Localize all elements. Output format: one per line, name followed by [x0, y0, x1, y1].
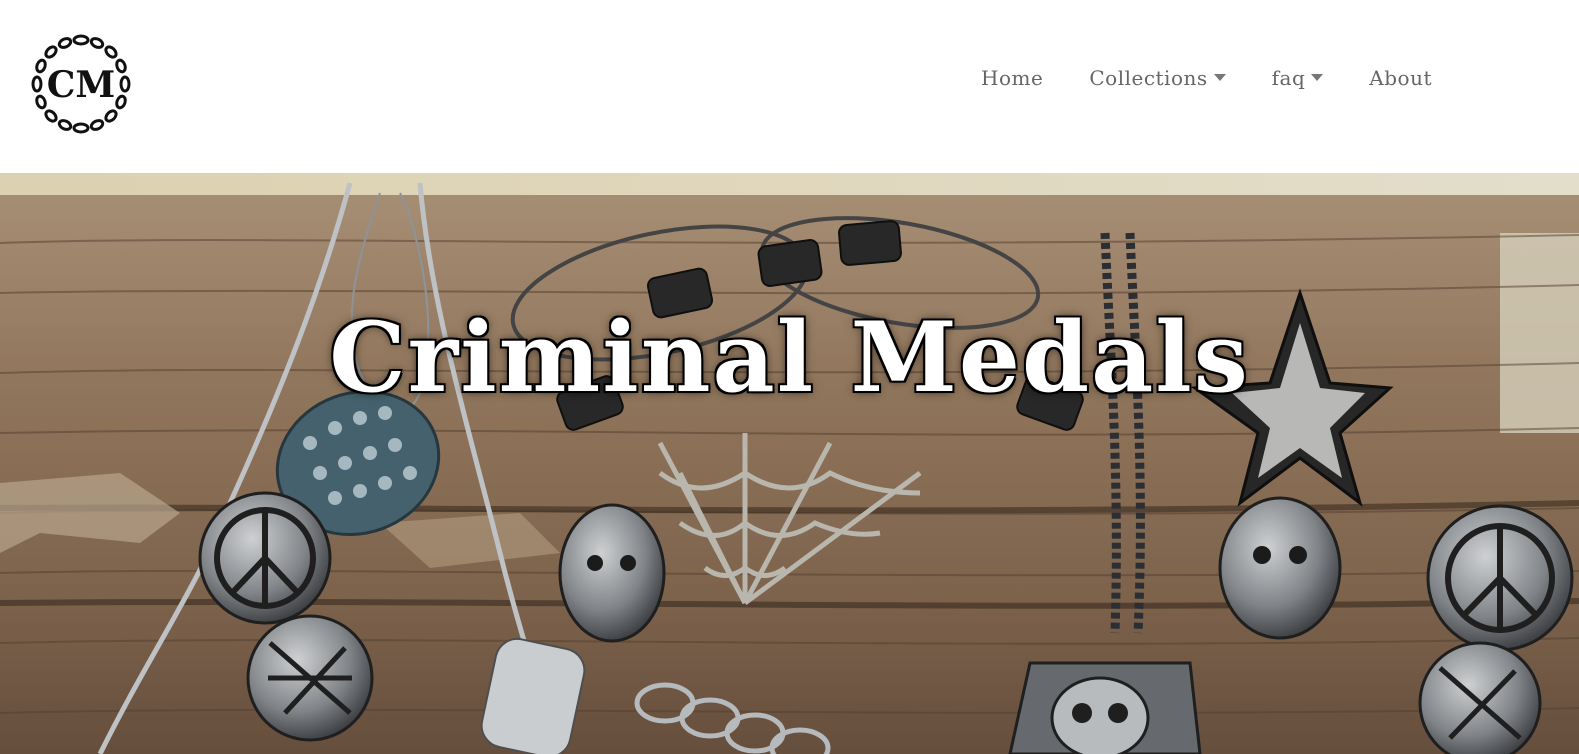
nav-collections-label: Collections [1089, 66, 1208, 90]
nav-item-faq[interactable]: faq [1272, 66, 1324, 90]
nav-home-label: Home [981, 66, 1044, 90]
caret-down-icon [1311, 73, 1324, 81]
hero-banner: Criminal Medals [0, 173, 1579, 754]
main-nav: Home Collections faq About [981, 66, 1432, 90]
nav-item-collections[interactable]: Collections [1089, 66, 1226, 90]
hero-jewelry-photo [0, 173, 1579, 754]
hero-title: Criminal Medals [329, 301, 1250, 414]
nav-about-label: About [1369, 66, 1432, 90]
site-header: CM Home Collections faq About [0, 0, 1579, 173]
nav-item-about[interactable]: About [1369, 66, 1432, 90]
nav-item-home[interactable]: Home [981, 66, 1043, 90]
brand-logo-link[interactable]: CM [31, 34, 131, 134]
logo-monogram-text: CM [47, 64, 116, 106]
nav-faq-label: faq [1271, 66, 1306, 90]
caret-down-icon [1213, 73, 1226, 81]
chain-ring-monogram-icon: CM [31, 34, 131, 134]
